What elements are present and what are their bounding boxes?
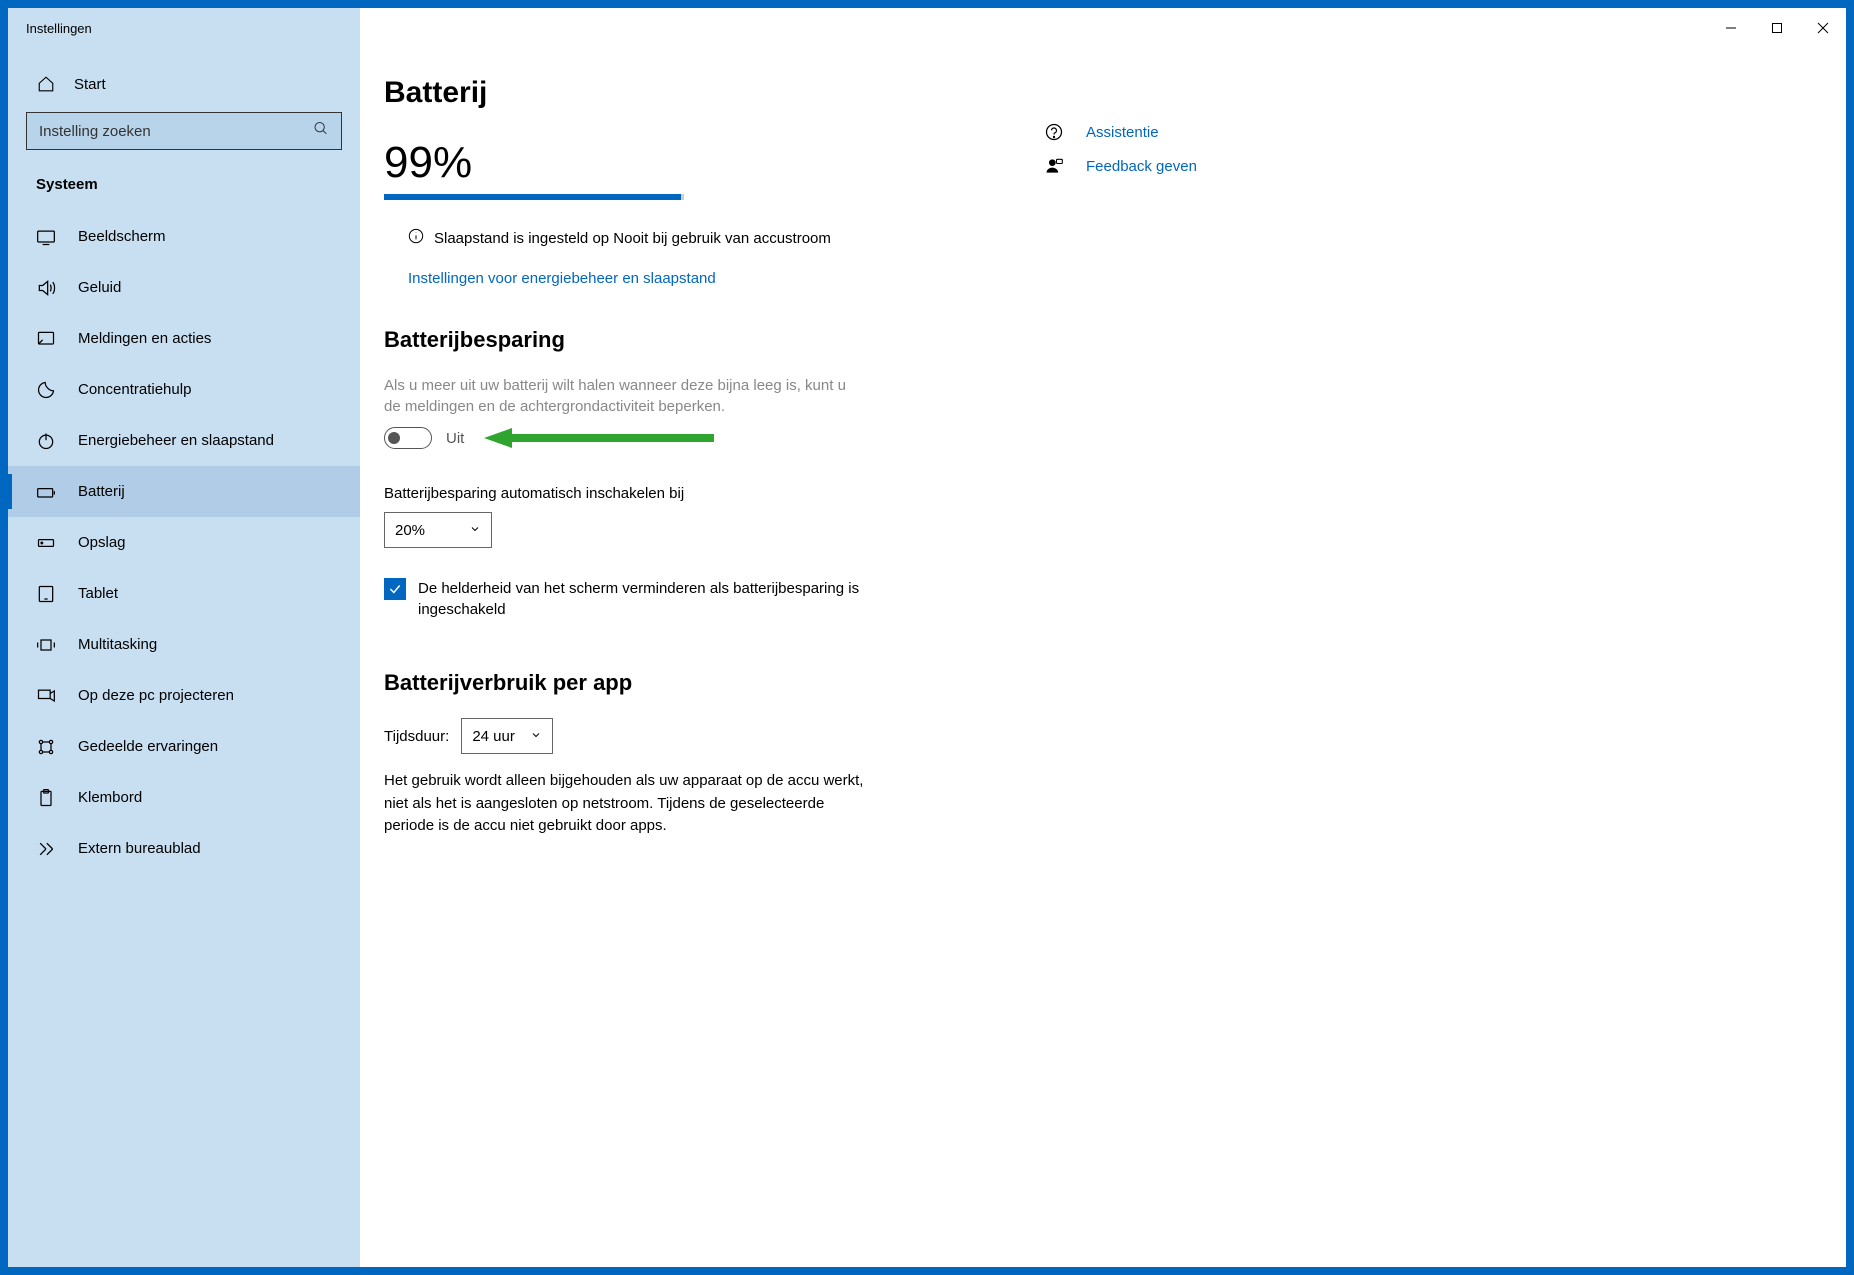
search-icon: [313, 121, 329, 142]
sidebar-item-label: Energiebeheer en slaapstand: [78, 432, 274, 449]
tablet-icon: [36, 584, 56, 604]
sidebar-item-remote[interactable]: Extern bureaublad: [8, 823, 360, 874]
feedback-link[interactable]: Feedback geven: [1044, 156, 1324, 176]
battery-bar-fill: [384, 194, 681, 200]
feedback-label: Feedback geven: [1086, 158, 1197, 175]
sidebar-item-label: Concentratiehulp: [78, 381, 191, 398]
help-label: Assistentie: [1086, 124, 1159, 141]
window-title: Instellingen: [26, 21, 92, 36]
search-box[interactable]: [26, 112, 342, 150]
content: Start Systeem Beeldscherm Geluid: [8, 48, 1846, 1267]
notifications-icon: [36, 329, 56, 349]
page-title: Batterij: [384, 76, 1044, 110]
brightness-checkbox-label: De helderheid van het scherm verminderen…: [418, 578, 864, 620]
remote-icon: [36, 839, 56, 859]
sidebar-item-sound[interactable]: Geluid: [8, 262, 360, 313]
close-button[interactable]: [1800, 8, 1846, 48]
main-panel: Batterij 99% Slaapstand is ingesteld op …: [360, 48, 1846, 1267]
time-row: Tijdsduur: 24 uur: [384, 718, 1044, 754]
toggle-knob: [388, 432, 400, 444]
sleep-info-text: Slaapstand is ingesteld op Nooit bij geb…: [434, 230, 831, 247]
sidebar-item-power[interactable]: Energiebeheer en slaapstand: [8, 415, 360, 466]
battery-percent: 99%: [384, 138, 1044, 188]
battery-saver-title: Batterijbesparing: [384, 327, 1044, 353]
sound-icon: [36, 278, 56, 298]
project-icon: [36, 686, 56, 706]
auto-on-select[interactable]: 20%: [384, 512, 492, 548]
aside: Assistentie Feedback geven: [1044, 76, 1324, 1267]
focus-icon: [36, 380, 56, 400]
power-settings-link[interactable]: Instellingen voor energiebeheer en slaap…: [384, 270, 716, 287]
chevron-down-icon: [469, 522, 481, 539]
sidebar-item-storage[interactable]: Opslag: [8, 517, 360, 568]
sidebar-item-label: Extern bureaublad: [78, 840, 201, 857]
annotation-arrow: [484, 428, 714, 448]
home-icon: [36, 74, 56, 94]
help-icon: [1044, 122, 1064, 142]
sidebar-nav: Beeldscherm Geluid Meldingen en acties C…: [8, 211, 360, 874]
settings-window: Instellingen Start Systeem Be: [8, 8, 1846, 1267]
sidebar-item-shared[interactable]: Gedeelde ervaringen: [8, 721, 360, 772]
usage-title: Batterijverbruik per app: [384, 670, 1044, 696]
sidebar-category: Systeem: [8, 168, 360, 211]
sidebar-item-notifications[interactable]: Meldingen en acties: [8, 313, 360, 364]
sidebar-item-label: Beeldscherm: [78, 228, 166, 245]
toggle-state-label: Uit: [446, 430, 464, 447]
help-link[interactable]: Assistentie: [1044, 122, 1324, 142]
brightness-checkbox-row: De helderheid van het scherm verminderen…: [384, 578, 864, 620]
sidebar-item-focus[interactable]: Concentratiehulp: [8, 364, 360, 415]
maximize-button[interactable]: [1754, 8, 1800, 48]
sidebar-home[interactable]: Start: [8, 64, 360, 112]
time-select[interactable]: 24 uur: [461, 718, 553, 754]
time-label: Tijdsduur:: [384, 728, 449, 745]
sidebar-item-label: Klembord: [78, 789, 142, 806]
time-value: 24 uur: [472, 728, 515, 745]
clipboard-icon: [36, 788, 56, 808]
search-container: [8, 112, 360, 168]
search-input[interactable]: [39, 123, 301, 140]
brightness-checkbox[interactable]: [384, 578, 406, 600]
info-icon: [408, 228, 424, 248]
window-controls: [1708, 8, 1846, 48]
sidebar-item-battery[interactable]: Batterij: [8, 466, 360, 517]
sidebar-item-display[interactable]: Beeldscherm: [8, 211, 360, 262]
titlebar: Instellingen: [8, 8, 1846, 48]
sleep-info-row: Slaapstand is ingesteld op Nooit bij geb…: [384, 228, 1044, 248]
sidebar-item-tablet[interactable]: Tablet: [8, 568, 360, 619]
auto-on-value: 20%: [395, 522, 425, 539]
sidebar-item-label: Multitasking: [78, 636, 157, 653]
storage-icon: [36, 533, 56, 553]
sidebar-item-clipboard[interactable]: Klembord: [8, 772, 360, 823]
battery-bar: [384, 194, 684, 200]
sidebar-item-label: Opslag: [78, 534, 126, 551]
main-column: Batterij 99% Slaapstand is ingesteld op …: [384, 76, 1044, 1267]
sidebar-item-label: Meldingen en acties: [78, 330, 211, 347]
display-icon: [36, 227, 56, 247]
sidebar-item-label: Gedeelde ervaringen: [78, 738, 218, 755]
auto-on-label: Batterijbesparing automatisch inschakele…: [384, 485, 1044, 502]
minimize-button[interactable]: [1708, 8, 1754, 48]
sidebar-item-label: Geluid: [78, 279, 121, 296]
battery-saver-toggle[interactable]: [384, 427, 432, 449]
power-icon: [36, 431, 56, 451]
sidebar-item-label: Batterij: [78, 483, 125, 500]
chevron-down-icon: [530, 728, 542, 745]
shared-icon: [36, 737, 56, 757]
multitasking-icon: [36, 635, 56, 655]
sidebar-item-project[interactable]: Op deze pc projecteren: [8, 670, 360, 721]
battery-icon: [36, 482, 56, 502]
sidebar-home-label: Start: [74, 76, 106, 93]
battery-saver-desc: Als u meer uit uw batterij wilt halen wa…: [384, 375, 854, 417]
sidebar-item-multitasking[interactable]: Multitasking: [8, 619, 360, 670]
sidebar-item-label: Op deze pc projecteren: [78, 687, 234, 704]
usage-body: Het gebruik wordt alleen bijgehouden als…: [384, 770, 864, 838]
sidebar-item-label: Tablet: [78, 585, 118, 602]
sidebar: Start Systeem Beeldscherm Geluid: [8, 48, 360, 1267]
feedback-icon: [1044, 156, 1064, 176]
battery-saver-toggle-row: Uit: [384, 427, 1044, 449]
